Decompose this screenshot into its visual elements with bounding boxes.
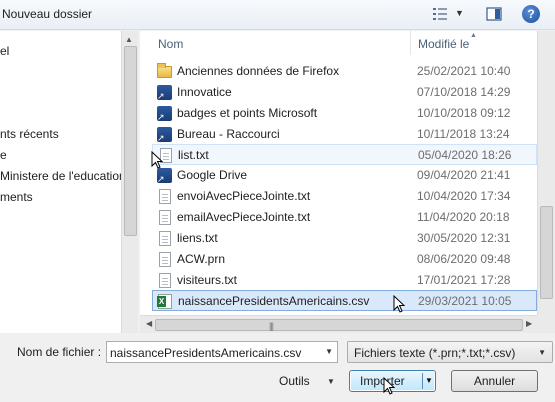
file-row[interactable]: Google Drive 09/04/2020 21:41 [152, 165, 537, 186]
file-name: Bureau - Raccourci [177, 127, 280, 141]
file-name: list.txt [178, 148, 209, 162]
scrollbar-corner [537, 315, 555, 333]
shortcut-icon [157, 168, 172, 185]
column-header: Nom ▲ Modifié le [140, 31, 537, 55]
scroll-up-icon[interactable]: ▲ [125, 35, 133, 44]
folder-icon [157, 63, 172, 78]
nav-item[interactable]: e [0, 148, 7, 162]
file-type-value: Fichiers texte (*.prn;*.txt;*.csv) [354, 346, 516, 360]
column-modified-header[interactable]: Modifié le [418, 37, 469, 51]
file-date: 10/11/2018 13:24 [417, 127, 510, 141]
file-name: emailAvecPieceJointe.txt [177, 210, 311, 224]
toolbar: Nouveau dossier ▼ ? [0, 0, 555, 30]
file-row[interactable]: Bureau - Raccourci 10/11/2018 13:24 [152, 124, 537, 145]
file-row[interactable]: Innovatice 07/10/2018 14:29 [152, 82, 537, 103]
file-date: 09/04/2020 21:41 [417, 168, 511, 182]
file-date: 08/06/2020 09:48 [417, 252, 511, 266]
help-icon[interactable]: ? [522, 5, 540, 23]
import-options-chevron-down-icon[interactable]: ▼ [425, 371, 433, 391]
text-file-icon [159, 210, 171, 225]
file-date: 11/04/2020 20:18 [417, 210, 510, 224]
column-divider[interactable] [410, 31, 411, 55]
scrollbar-thumb[interactable] [540, 206, 553, 299]
file-row[interactable]: ACW.prn 08/06/2020 09:48 [152, 249, 537, 270]
mouse-pointer-icon [383, 377, 395, 395]
file-list-vertical-scrollbar[interactable] [537, 31, 555, 315]
filename-combobox[interactable]: ▼ [106, 341, 338, 363]
file-type-select[interactable]: Fichiers texte (*.prn;*.txt;*.csv) ▼ [347, 341, 553, 363]
file-date: 29/03/2021 10:05 [418, 294, 512, 308]
filename-label: Nom de fichier : [17, 345, 102, 359]
text-file-icon [159, 273, 171, 288]
file-row[interactable]: envoiAvecPieceJointe.txt 10/04/2020 17:3… [152, 186, 537, 207]
chevron-down-icon[interactable]: ▼ [325, 347, 333, 356]
scrollbar-grip-icon: ||| [269, 321, 274, 331]
file-date: 05/04/2020 18:26 [418, 148, 512, 162]
file-date: 10/10/2018 09:12 [417, 106, 511, 120]
file-date: 07/10/2018 14:29 [417, 85, 511, 99]
import-button[interactable]: Importer ▼ [349, 370, 436, 395]
file-row[interactable]: badges et points Microsoft 10/10/2018 09… [152, 103, 537, 124]
preview-pane-icon[interactable] [486, 6, 502, 22]
navigation-scrollbar[interactable]: ▲ [121, 31, 138, 333]
nav-item-documents[interactable]: ments [0, 190, 33, 204]
nav-item-recent[interactable]: nts récents [0, 127, 59, 141]
file-name: Innovatice [177, 85, 232, 99]
file-list: Nom ▲ Modifié le Anciennes données de Fi… [140, 31, 537, 315]
file-name: ACW.prn [177, 252, 226, 266]
file-row-selected[interactable]: naissancePresidentsAmericains.csv 29/03/… [152, 290, 537, 311]
file-date: 25/02/2021 10:40 [417, 64, 511, 78]
file-name: naissancePresidentsAmericains.csv [178, 294, 370, 308]
view-options-chevron-down-icon[interactable]: ▼ [455, 8, 464, 18]
file-name: Anciennes données de Firefox [177, 64, 340, 78]
tools-button[interactable]: Outils [279, 374, 310, 388]
sort-ascending-icon: ▲ [470, 32, 477, 39]
filename-field[interactable] [110, 345, 315, 360]
column-name-header[interactable]: Nom [158, 37, 183, 51]
file-row[interactable]: visiteurs.txt 17/01/2021 17:28 [152, 270, 537, 291]
new-folder-button[interactable]: Nouveau dossier [2, 7, 92, 21]
shortcut-icon [157, 127, 172, 144]
file-name: badges et points Microsoft [177, 106, 318, 120]
text-file-icon [159, 189, 171, 204]
file-name: envoiAvecPieceJointe.txt [177, 189, 311, 203]
split-divider [422, 373, 423, 389]
nav-item-ministere[interactable]: Ministere de l'education [0, 169, 121, 183]
nav-item[interactable]: el [0, 44, 9, 58]
navigation-pane: el nts récents e Ministere de l'educatio… [0, 31, 121, 333]
tools-chevron-down-icon[interactable]: ▼ [327, 377, 335, 386]
text-file-icon [159, 252, 171, 267]
scroll-right-icon[interactable]: ▶ [526, 319, 532, 328]
scroll-left-icon[interactable]: ◀ [146, 319, 152, 328]
view-list-icon[interactable] [432, 6, 448, 22]
shortcut-icon [157, 85, 172, 102]
file-name: visiteurs.txt [177, 273, 238, 287]
file-date: 17/01/2021 17:28 [417, 273, 511, 287]
file-row[interactable]: emailAvecPieceJointe.txt 11/04/2020 20:1… [152, 207, 537, 228]
scrollbar-thumb[interactable] [155, 319, 523, 331]
file-date: 10/04/2020 17:34 [417, 189, 511, 203]
file-name: Google Drive [177, 168, 248, 182]
mouse-pointer-icon [151, 151, 163, 169]
cancel-button[interactable]: Annuler [451, 370, 538, 392]
file-list-horizontal-scrollbar[interactable]: ◀ ||| ▶ [140, 315, 537, 333]
chevron-down-icon[interactable]: ▼ [538, 348, 546, 357]
excel-file-icon [157, 294, 172, 309]
text-file-icon [159, 231, 171, 246]
mouse-pointer-icon [393, 295, 405, 313]
file-name: liens.txt [177, 231, 218, 245]
file-row[interactable]: Anciennes données de Firefox 25/02/2021 … [152, 61, 537, 82]
file-row-hovered[interactable]: list.txt 05/04/2020 18:26 [152, 144, 537, 165]
file-row[interactable]: liens.txt 30/05/2020 12:31 [152, 228, 537, 249]
scrollbar-thumb[interactable] [124, 46, 137, 236]
file-date: 30/05/2020 12:31 [417, 231, 511, 245]
shortcut-icon [157, 106, 172, 123]
